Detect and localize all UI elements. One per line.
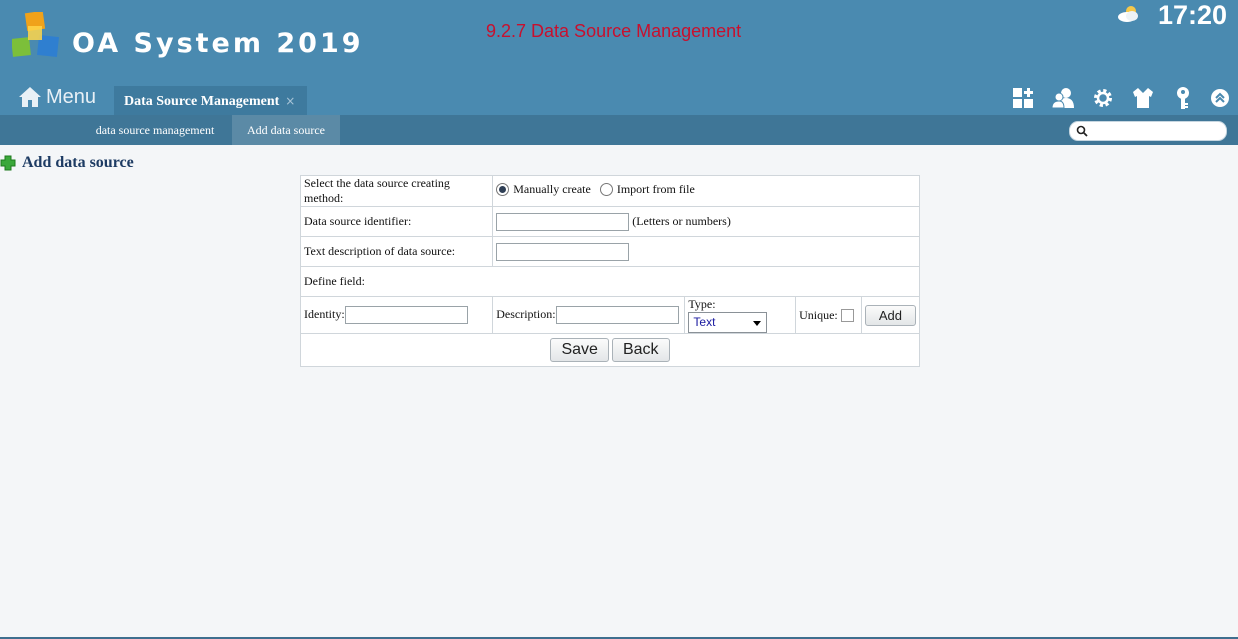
menu-label: Menu [46, 85, 97, 108]
save-button[interactable]: Save [550, 338, 609, 362]
identifier-cell: (Letters or numbers) [492, 206, 920, 237]
field-unique-label: Unique: [799, 307, 838, 322]
field-identity-input[interactable] [344, 306, 468, 324]
back-button[interactable]: Back [611, 338, 670, 362]
menu-button[interactable]: Menu [18, 83, 96, 111]
key-icon[interactable] [1171, 86, 1195, 110]
plus-icon [0, 155, 16, 171]
gear-icon[interactable] [1091, 86, 1115, 110]
field-add-cell: Add [860, 296, 921, 334]
collapse-up-icon[interactable] [1208, 86, 1232, 110]
define-field-label: Define field: [300, 266, 920, 297]
radio-checked-icon [496, 183, 510, 196]
identifier-hint: (Letters or numbers) [632, 213, 731, 228]
field-identity-cell: Identity: [299, 296, 494, 334]
subnav-item-add-data-source[interactable]: Add data source [232, 115, 340, 145]
method-label: Select the data source creating method: [299, 175, 494, 207]
method-options: Manually create Import from file [492, 175, 920, 207]
field-unique-cell: Unique: [795, 296, 862, 334]
manual-create-label: Manually create [513, 182, 591, 196]
description-label: Text description of data source: [299, 236, 494, 267]
identifier-label: Data source identifier: [299, 206, 494, 237]
identifier-input[interactable] [496, 212, 630, 231]
apps-add-icon[interactable] [1011, 86, 1035, 110]
import-from-file-label: Import from file [616, 182, 695, 196]
field-type-select[interactable]: Text [688, 312, 768, 333]
radio-unchecked-icon [599, 183, 613, 196]
field-description-cell: Description: [492, 296, 686, 334]
section-title: Add data source [0, 152, 134, 174]
field-type-label: Type: [688, 297, 716, 311]
description-cell [492, 236, 920, 267]
app-header: OA System 2019 9.2.7 Data Source Managem… [0, 0, 1238, 115]
manual-create-radio[interactable]: Manually create [496, 182, 591, 197]
section-title-label: Add data source [22, 154, 134, 171]
sub-navigation: data source management Add data source [0, 115, 1238, 145]
add-data-source-form: Select the data source creating method: … [299, 175, 921, 367]
search-input[interactable] [1092, 123, 1220, 137]
app-logo [12, 12, 59, 57]
unique-checkbox[interactable] [840, 309, 854, 323]
subnav-item-data-source-management[interactable]: data source management [84, 115, 226, 145]
shirt-icon[interactable] [1131, 86, 1155, 110]
clock: 17:20 [1158, 0, 1228, 30]
field-identity-label: Identity: [304, 306, 345, 321]
form-actions: Save Back [300, 333, 920, 367]
field-type-cell: Type: Text [684, 296, 797, 334]
close-icon[interactable]: × [285, 94, 295, 108]
home-icon [19, 87, 41, 107]
tab-data-source-management[interactable]: Data Source Management × [114, 86, 307, 115]
field-description-label: Description: [496, 306, 556, 321]
search-icon [1076, 125, 1088, 137]
app-title: OA System 2019 [72, 28, 364, 59]
chevron-down-icon [753, 321, 762, 326]
import-from-file-radio[interactable]: Import from file [599, 182, 695, 197]
users-icon[interactable] [1051, 86, 1075, 110]
description-input[interactable] [496, 242, 630, 261]
field-type-value: Text [693, 315, 716, 329]
tab-label: Data Source Management [124, 93, 280, 109]
field-description-input[interactable] [555, 306, 679, 324]
cloud-sun-icon [1118, 6, 1138, 22]
add-field-button[interactable]: Add [864, 304, 916, 326]
search-box[interactable] [1069, 121, 1227, 141]
page-heading: 9.2.7 Data Source Management [486, 21, 742, 41]
